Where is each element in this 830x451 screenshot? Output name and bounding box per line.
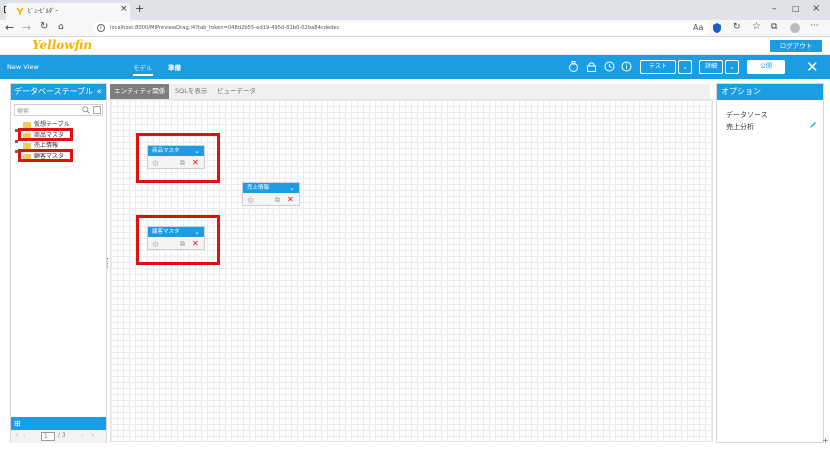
tab-prepare[interactable]: 準備 xyxy=(168,62,181,72)
home-icon[interactable]: ⌂ xyxy=(58,22,64,32)
next-page-icon[interactable]: › xyxy=(81,432,83,439)
minimize-button[interactable]: – xyxy=(772,4,777,14)
entity-header[interactable]: 売上情報 ⌄ xyxy=(243,183,299,193)
maximize-button[interactable]: □ xyxy=(792,4,800,13)
test-dropdown-chevron-icon[interactable]: ⌄ xyxy=(678,60,692,74)
view-name[interactable]: New View xyxy=(7,63,39,71)
tab-show-sql[interactable]: SQLを表示 xyxy=(171,84,211,99)
yellowfin-logo[interactable]: Yellowfin xyxy=(32,38,92,52)
more-menu-icon[interactable]: ··· xyxy=(810,21,819,31)
resize-corner-icon: + xyxy=(822,436,829,445)
map-icon[interactable]: ⊞ xyxy=(14,419,21,428)
tab-title: ﾋﾞｭｰﾋﾞﾙﾀﾞｰ xyxy=(28,8,59,15)
search-icon[interactable] xyxy=(82,106,90,114)
last-page-icon[interactable]: » xyxy=(91,432,95,439)
panel-title: データベーステーブル xyxy=(14,87,94,96)
panel-header: データベーステーブル « xyxy=(11,84,106,100)
details-button[interactable]: 詳細 xyxy=(699,60,723,74)
app-toolbar: New View モデル 準備 テスト ⌄ 詳細 ⌄ 公開 ✕ xyxy=(0,55,830,79)
collapse-panel-icon[interactable]: « xyxy=(96,84,102,100)
window-close-button[interactable]: × xyxy=(812,3,820,14)
tab-close-icon[interactable]: × xyxy=(120,4,128,14)
highlight-customer-master xyxy=(18,149,73,162)
page-total: / 3 xyxy=(58,432,66,439)
read-aloud-icon[interactable]: Aa xyxy=(693,23,703,32)
delete-icon[interactable]: ✕ xyxy=(287,195,294,204)
favorites-icon[interactable]: ☆ xyxy=(752,21,761,32)
highlight-entity-customer-master xyxy=(136,215,220,265)
prev-page-icon[interactable]: ‹ xyxy=(23,432,25,439)
info-icon[interactable]: i xyxy=(97,24,105,32)
url-text: localhost:8000/MIPreviewDrag.i4?tab_toke… xyxy=(110,25,340,31)
refresh-extension-icon[interactable]: ↻ xyxy=(733,22,741,32)
close-editor-icon[interactable]: ✕ xyxy=(806,58,819,76)
entity-card-sales-info[interactable]: 売上情報 ⌄ ⚙ ⧉ ✕ xyxy=(242,182,300,206)
logout-button[interactable]: ログアウト xyxy=(770,40,822,52)
yellowfin-favicon-icon xyxy=(16,7,24,15)
tab-model[interactable]: モデル xyxy=(133,62,153,72)
details-dropdown-chevron-icon[interactable]: ⌄ xyxy=(725,60,739,74)
tab-entity-relationship[interactable]: エンティティ関係 xyxy=(110,84,170,99)
view-tabs: エンティティ関係 SQLを表示 ビューデータ xyxy=(110,84,710,99)
address-bar[interactable]: i localhost:8000/MIPreviewDrag.i4?tab_to… xyxy=(94,22,710,35)
pager: « ‹ 1 / 3 › » xyxy=(11,430,106,443)
browser-tab[interactable]: ﾋﾞｭｰﾋﾞﾙﾀﾞｰ × xyxy=(6,3,130,20)
database-table-panel: データベーステーブル « 検索 仮想テーブル 商品マスタ 売上情報 顧客マスタ … xyxy=(10,83,107,443)
back-arrow-icon[interactable]: ← xyxy=(5,21,14,34)
highlight-entity-product-master xyxy=(136,133,220,183)
bottle-icon[interactable] xyxy=(568,61,579,72)
entity-name: 売上情報 xyxy=(247,185,270,191)
entity-canvas[interactable]: 商品マスタ ⌄ ⚙ ⧉ ✕ 売上情報 ⌄ ⚙ ⧉ ✕ 顧客マスタ ⌄ ⚙ ⧉ ✕ xyxy=(110,99,713,442)
clock-icon[interactable] xyxy=(604,61,615,72)
info-circle-icon[interactable] xyxy=(621,61,632,72)
new-tab-button[interactable]: + xyxy=(135,2,144,15)
publish-button[interactable]: 公開 xyxy=(747,60,785,74)
test-button[interactable]: テスト xyxy=(640,60,676,74)
copy-icon[interactable]: ⧉ xyxy=(275,196,280,205)
tab-view-data[interactable]: ビューデータ xyxy=(213,84,260,99)
panel-resize-handle[interactable] xyxy=(107,258,109,268)
app-header: Yellowfin ログアウト xyxy=(0,37,830,55)
browser-tab-bar: ﾋﾞｭｰﾋﾞﾙﾀﾞｰ × + – □ × xyxy=(0,0,830,20)
highlight-product-master xyxy=(18,128,73,141)
browser-toolbar: ← → ↻ ⌂ i localhost:8000/MIPreviewDrag.i… xyxy=(0,20,830,37)
options-panel: オプション データソース 売上分析 xyxy=(716,83,824,443)
gear-icon[interactable]: ⚙ xyxy=(247,196,254,205)
table-search-input[interactable]: 検索 xyxy=(14,104,103,116)
active-tab-indicator xyxy=(133,74,153,76)
page-number-input[interactable]: 1 xyxy=(41,432,55,441)
search-placeholder: 検索 xyxy=(17,108,30,115)
edit-pencil-icon[interactable] xyxy=(809,121,817,129)
datasource-label: データソース xyxy=(726,111,768,119)
datasource-value[interactable]: 売上分析 xyxy=(726,122,754,132)
forward-arrow-icon[interactable]: → xyxy=(22,21,31,34)
options-header: オプション xyxy=(717,84,823,100)
shield-extension-icon[interactable] xyxy=(713,23,721,33)
reload-icon[interactable]: ↻ xyxy=(40,21,48,32)
chevron-down-icon[interactable]: ⌄ xyxy=(289,183,295,193)
profile-avatar[interactable] xyxy=(790,23,800,33)
collections-icon[interactable]: ⧉ xyxy=(771,22,777,32)
first-page-icon[interactable]: « xyxy=(15,432,19,439)
lock-icon[interactable] xyxy=(586,61,597,72)
filter-toggle-icon[interactable] xyxy=(93,106,101,114)
